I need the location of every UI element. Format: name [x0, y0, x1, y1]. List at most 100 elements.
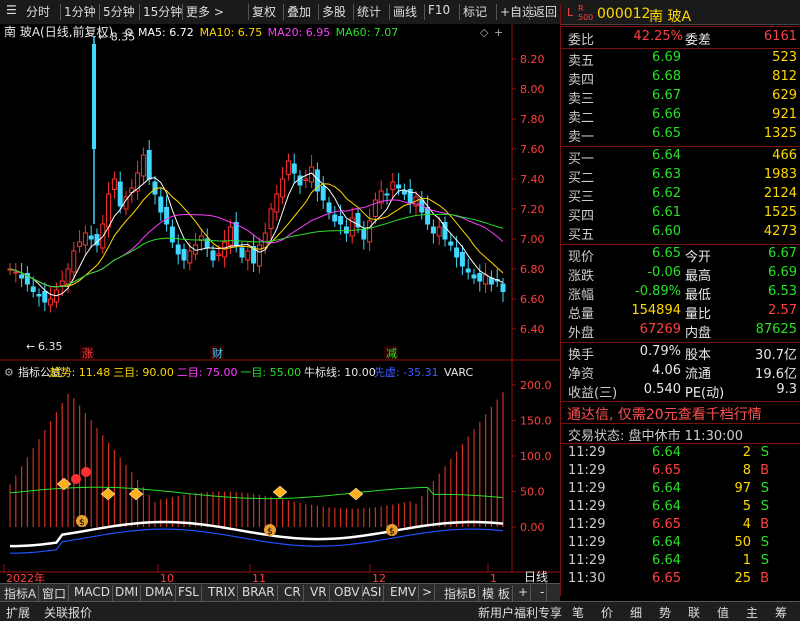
kline-chart[interactable]: 南 玻A(日线,前复权) ⚙ MA5: 6.72 MA10: 6.75 MA20: 6.… [0, 24, 560, 596]
stat-row: 总量 154894 量比 2.57 [561, 302, 800, 322]
toolbar-item-8[interactable]: 统计 [357, 3, 381, 20]
buys-price: 6.61 [652, 205, 681, 220]
tick-price: 6.64 [652, 553, 681, 568]
indicator-tab-7[interactable]: BRAR [240, 585, 278, 601]
status-tab-6[interactable]: 主 [746, 604, 758, 621]
indicator-tab-15[interactable]: 模 板 [480, 585, 513, 601]
indicator-tab-13[interactable]: > [420, 585, 436, 601]
toolbar-item-5[interactable]: 复权 [252, 3, 276, 20]
candle-body [326, 202, 332, 213]
promo-row[interactable]: 通达信, 仅需20元查看千档行情 [561, 403, 800, 424]
toolbar-item-0[interactable]: 分时 [26, 3, 50, 20]
indicator-tab-9[interactable]: VR [308, 585, 330, 601]
buys-row[interactable]: 买一 6.64 466 [561, 147, 800, 167]
finance-value: 0.540 [643, 382, 681, 397]
status-tab-0[interactable]: 笔 [572, 604, 584, 621]
stat-row: 外盘 67269 内盘 87625 [561, 321, 800, 341]
buys-row[interactable]: 买五 6.60 4273 [561, 223, 800, 243]
indicator-tab-5[interactable]: FSL [176, 585, 202, 601]
candle-body [13, 271, 19, 274]
status-tab-1[interactable]: 价 [601, 604, 613, 621]
candle-body [77, 241, 83, 247]
status-promo[interactable]: 新用户福利专享 [478, 604, 562, 621]
tick-time: 11:29 [568, 481, 606, 496]
status-tab-4[interactable]: 联 [688, 604, 700, 621]
indicator-tab-6[interactable]: TRIX [206, 585, 239, 601]
price-tick: 8.00 [520, 83, 545, 96]
webi-diff: 6161 [763, 29, 797, 44]
indicator-tab-1[interactable]: 窗口 [40, 585, 70, 601]
indicator-tab-16[interactable]: + [516, 585, 532, 601]
indicator-tab-2[interactable]: MACD [72, 585, 113, 601]
tick-time: 11:29 [568, 463, 606, 478]
indicator-header-2: 三目: 90.00 [113, 366, 174, 379]
toolbar-item-13[interactable]: 返回 [533, 3, 557, 20]
indicator-tab-4[interactable]: DMA [143, 585, 176, 601]
indicator-tab-11[interactable]: ASI [360, 585, 385, 601]
buys-volume: 2124 [763, 186, 797, 201]
toolbar-item-7[interactable]: 多股 [322, 3, 346, 20]
toolbar-divider [60, 4, 61, 20]
quote-panel: L R 500 000012 南 玻A 委比 42.25% 委差 6161 卖五 6.69 5… [560, 4, 800, 596]
sells-row[interactable]: 卖一 6.65 1325 [561, 125, 800, 145]
promo-link[interactable]: 通达信, 仅需20元查看千档行情 [567, 404, 762, 424]
indicator-tab-17[interactable]: - [538, 585, 548, 601]
finance-row: 换手 0.79% 股本 30.7亿 [561, 343, 800, 363]
toolbar-item-6[interactable]: 叠加 [287, 3, 311, 20]
toolbar-item-1[interactable]: 1分钟 [64, 3, 96, 20]
status-tab-5[interactable]: 值 [717, 604, 729, 621]
candle-body [291, 163, 297, 174]
toolbar-item-9[interactable]: 画线 [393, 3, 417, 20]
period-label: 日线 [524, 570, 548, 584]
candle-body [471, 274, 477, 279]
price-tick: 7.60 [520, 143, 545, 156]
stat-value: 154894 [631, 303, 681, 318]
svg-text:$: $ [389, 527, 395, 537]
candle-body [367, 220, 373, 243]
chart-canvas[interactable]: 南 玻A(日线,前复权) ⚙ MA5: 6.72 MA10: 6.75 MA20: 6.… [0, 24, 560, 585]
candle-body [65, 268, 71, 285]
buys-row[interactable]: 买二 6.63 1983 [561, 166, 800, 186]
sells-row[interactable]: 卖五 6.69 523 [561, 49, 800, 69]
toolbar-item-10[interactable]: F10 [428, 3, 450, 17]
tick-time: 11:29 [568, 553, 606, 568]
buys-row[interactable]: 买四 6.61 1525 [561, 204, 800, 224]
tick-volume: 97 [734, 481, 751, 496]
svg-text:$: $ [79, 518, 85, 528]
candle-body [332, 214, 338, 222]
toolbar-item-2[interactable]: 5分钟 [103, 3, 135, 20]
status-related-quotes[interactable]: 关联报价 [44, 604, 92, 621]
indicator-tab-8[interactable]: CR [282, 585, 304, 601]
toolbar-divider [139, 4, 140, 20]
indicator-tab-10[interactable]: OBV [332, 585, 363, 601]
status-tab-3[interactable]: 势 [659, 604, 671, 621]
toolbar-divider [459, 4, 460, 20]
status-bar: 扩展 关联报价 新用户福利专享笔价细势联值主筹 [0, 601, 800, 621]
sells-row[interactable]: 卖二 6.66 921 [561, 106, 800, 126]
indicator-tab-14[interactable]: 指标B [442, 585, 480, 601]
menu-icon[interactable]: ☰ [6, 3, 17, 17]
sells-volume: 629 [772, 88, 797, 103]
buys-row[interactable]: 买三 6.62 2124 [561, 185, 800, 205]
ma-label-1: MA10: 6.75 [200, 26, 263, 39]
indicator-tab-0[interactable]: 指标A [2, 585, 40, 601]
sells-row[interactable]: 卖三 6.67 629 [561, 87, 800, 107]
indicator-tab-12[interactable]: EMV [388, 585, 420, 601]
status-tab-7[interactable]: 筹 [775, 604, 787, 621]
sells-label: 卖五 [568, 54, 595, 69]
candle-body [48, 298, 54, 306]
status-tab-2[interactable]: 细 [630, 604, 642, 621]
toolbar-item-11[interactable]: 标记 [463, 3, 487, 20]
chart-title: 南 玻A(日线,前复权) [4, 24, 113, 39]
sells-row[interactable]: 卖四 6.68 812 [561, 68, 800, 88]
toolbar-item-4[interactable]: 更多 > [186, 3, 224, 20]
buys-volume: 4273 [763, 224, 797, 239]
indicator-tab-3[interactable]: DMI [113, 585, 142, 601]
finance-label: PE(动) [685, 386, 725, 401]
tick-row: 11:29 6.64 5 S [561, 498, 800, 516]
toolbar-divider [496, 4, 497, 20]
toolbar-item-3[interactable]: 15分钟 [143, 3, 182, 20]
status-expand[interactable]: 扩展 [6, 604, 30, 621]
tick-volume: 2 [742, 445, 751, 460]
price-tick: 7.00 [520, 233, 545, 246]
